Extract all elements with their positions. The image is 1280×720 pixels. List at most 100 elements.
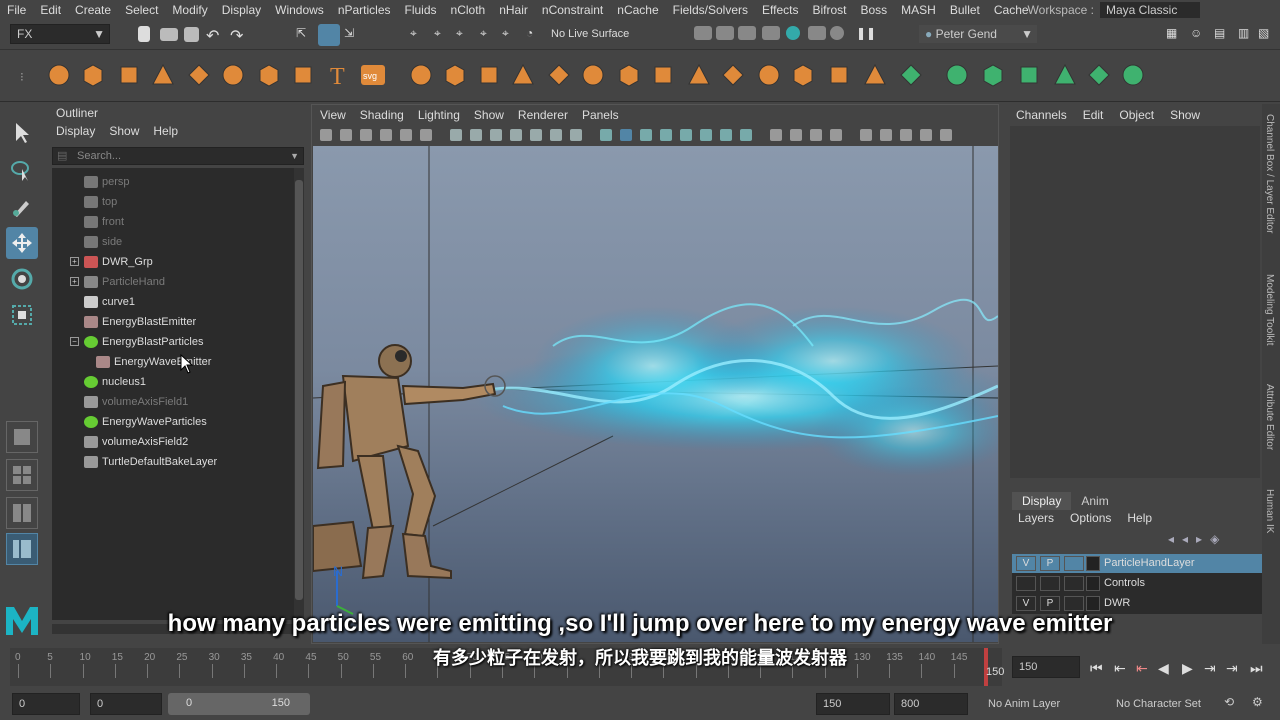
hypershade-icon[interactable]	[786, 26, 800, 40]
layer-display-type-toggle[interactable]	[1064, 556, 1084, 571]
film-gate-icon[interactable]	[470, 129, 482, 141]
outliner-item[interactable]: EnergyBlastParticles	[84, 332, 204, 352]
2d-pan-zoom-icon[interactable]	[400, 129, 412, 141]
shelf-options-icon[interactable]: ⁝	[20, 70, 24, 84]
poly-d-icon[interactable]	[510, 62, 536, 88]
render-frame-icon[interactable]	[694, 26, 712, 40]
tab-anim[interactable]: Anim	[1071, 492, 1118, 510]
layer-menu-layers[interactable]: Layers	[1018, 511, 1054, 525]
viewport-menu-shading[interactable]: Shading	[360, 108, 404, 122]
range-bar[interactable]: 0 150	[168, 693, 310, 715]
green-b-icon[interactable]	[944, 62, 970, 88]
snap-curve-icon[interactable]: ⌖	[434, 26, 452, 44]
poly-b-icon[interactable]	[442, 62, 468, 88]
resolution-gate-icon[interactable]	[490, 129, 502, 141]
collapse-icon[interactable]: −	[70, 337, 79, 346]
plane-icon[interactable]	[186, 62, 212, 88]
render-icon[interactable]	[716, 26, 734, 40]
viewport-menu-view[interactable]: View	[320, 108, 346, 122]
layer-color-swatch[interactable]	[1086, 556, 1100, 571]
poly-g-icon[interactable]	[616, 62, 642, 88]
field-chart-icon[interactable]	[530, 129, 542, 141]
poly-i-icon[interactable]	[686, 62, 712, 88]
outliner-search-input[interactable]: ▤ Search... ▼	[52, 147, 304, 165]
wireframe-icon[interactable]	[600, 129, 612, 141]
outliner-menu-show[interactable]: Show	[109, 124, 139, 138]
gate-mask-icon[interactable]	[510, 129, 522, 141]
poly-c-icon[interactable]	[476, 62, 502, 88]
safe-action-icon[interactable]	[550, 129, 562, 141]
green-c-icon[interactable]	[980, 62, 1006, 88]
save-scene-icon[interactable]	[184, 27, 199, 42]
two-view-layout-icon[interactable]	[6, 497, 38, 529]
snap-view-icon[interactable]: ⌖	[480, 26, 498, 44]
use-default-material-icon[interactable]	[640, 129, 652, 141]
textured-icon[interactable]	[680, 129, 692, 141]
poly-f-icon[interactable]	[580, 62, 606, 88]
depth-of-field-icon[interactable]	[810, 129, 822, 141]
outliner-item[interactable]: ParticleHand	[84, 272, 165, 292]
layer-menu-help[interactable]: Help	[1127, 511, 1152, 525]
live-surface-icon[interactable]: ◔	[526, 26, 544, 44]
snap-grid-icon[interactable]: ⌖	[410, 26, 428, 44]
animation-start-field[interactable]: 0	[12, 693, 80, 715]
poly-n-icon[interactable]	[862, 62, 888, 88]
expand-icon[interactable]: +	[70, 257, 79, 266]
select-hierarchy-icon[interactable]: ⇱	[296, 26, 314, 44]
select-component-icon[interactable]: ⇲	[344, 26, 362, 44]
open-scene-icon[interactable]	[160, 28, 178, 41]
move-tool-icon[interactable]	[6, 227, 38, 259]
poly-j-icon[interactable]	[720, 62, 746, 88]
smooth-shade-icon[interactable]	[620, 129, 632, 141]
shadows-icon[interactable]	[720, 129, 732, 141]
torus-icon[interactable]	[220, 62, 246, 88]
menu-bullet[interactable]: Bullet	[943, 3, 987, 17]
modeling-toolkit-icon[interactable]: ▦	[1166, 26, 1184, 44]
poly-k-icon[interactable]	[756, 62, 782, 88]
undo-icon[interactable]: ↶	[206, 26, 224, 45]
screen-space-ao-icon[interactable]	[740, 129, 752, 141]
svg-icon[interactable]: svg	[360, 62, 386, 88]
layer-visibility-toggle[interactable]: V	[1016, 556, 1036, 571]
outliner-item[interactable]: volumeAxisField1	[84, 392, 188, 412]
expand-icon[interactable]: +	[70, 277, 79, 286]
auto-key-icon[interactable]: ⟲	[1224, 695, 1234, 709]
camera-attributes-icon[interactable]	[340, 129, 352, 141]
channel-box-menu-show[interactable]: Show	[1170, 108, 1200, 122]
scrollbar-thumb[interactable]	[295, 180, 303, 600]
safe-title-icon[interactable]	[570, 129, 582, 141]
menu-ncache[interactable]: nCache	[610, 3, 665, 17]
channel-box-menu-edit[interactable]: Edit	[1083, 108, 1104, 122]
poly-a-icon[interactable]	[408, 62, 434, 88]
outliner-layout-icon[interactable]	[6, 533, 38, 565]
motion-blur-icon[interactable]	[770, 129, 782, 141]
camera-select-icon[interactable]	[320, 129, 332, 141]
attribute-editor-icon[interactable]: ▤	[1214, 26, 1232, 44]
layer-color-swatch[interactable]	[1086, 576, 1100, 591]
viewport-menu-show[interactable]: Show	[474, 108, 504, 122]
outliner-item[interactable]: DWR_Grp	[84, 252, 153, 272]
green-a-icon[interactable]	[898, 62, 924, 88]
lasso-tool-icon[interactable]	[6, 155, 38, 187]
green-d-icon[interactable]	[1016, 62, 1042, 88]
paint-select-tool-icon[interactable]	[6, 191, 38, 223]
layer-row[interactable]: Controls	[1012, 574, 1262, 593]
snap-point-icon[interactable]: ⌖	[456, 26, 474, 44]
menu-nconstraint[interactable]: nConstraint	[535, 3, 610, 17]
menu-create[interactable]: Create	[68, 3, 118, 17]
green-e-icon[interactable]	[1052, 62, 1078, 88]
side-tab-human-ik[interactable]: Human IK	[1264, 489, 1275, 533]
layer-visibility-toggle[interactable]: V	[1016, 596, 1036, 611]
menu-modify[interactable]: Modify	[165, 3, 214, 17]
outliner-item[interactable]: TurtleDefaultBakeLayer	[84, 452, 217, 472]
user-account-dropdown[interactable]: ● Peter Gend ▼	[918, 24, 1038, 44]
layer-color-swatch[interactable]	[1086, 596, 1100, 611]
pyramid-icon[interactable]	[256, 62, 282, 88]
menu-file[interactable]: File	[0, 3, 33, 17]
layer-row[interactable]: V P ParticleHandLayer	[1012, 554, 1262, 573]
outliner-item[interactable]: front	[84, 212, 124, 232]
pause-icon[interactable]: ❚❚	[856, 26, 876, 44]
outliner-item[interactable]: EnergyWaveParticles	[84, 412, 207, 432]
outliner-item[interactable]: side	[84, 232, 122, 252]
human-ik-icon[interactable]: ☺	[1190, 26, 1208, 44]
